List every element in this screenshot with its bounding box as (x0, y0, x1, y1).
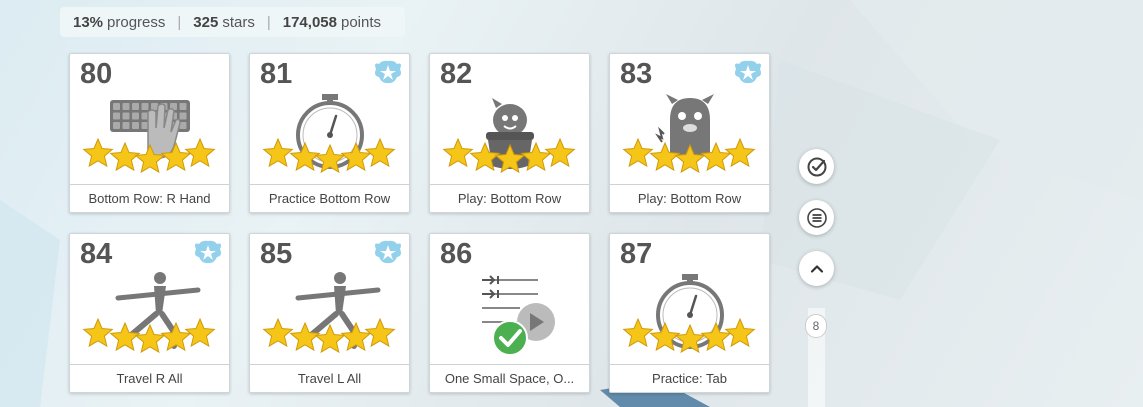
star-icon (82, 317, 114, 348)
stats-bar: 13% progress | 325 stars | 174,058 point… (60, 7, 405, 37)
lesson-tile[interactable]: 87 Practice: Tab (609, 233, 770, 393)
star-icon (364, 137, 396, 168)
video-complete-icon (482, 275, 555, 356)
star-icon (544, 137, 576, 168)
stats-separator: | (266, 13, 271, 31)
star-icon (364, 317, 396, 348)
lesson-tile[interactable]: 83 Play: Bottom Row (609, 53, 770, 213)
points-value: 174,058 (282, 13, 337, 31)
lesson-title: Travel R All (70, 364, 229, 392)
lesson-title: Play: Bottom Row (430, 184, 589, 212)
stars-label: stars (222, 13, 255, 31)
lesson-tile[interactable]: 82 Play: Bottom Row (429, 53, 590, 213)
star-icon (184, 317, 216, 348)
lesson-number: 86 (440, 238, 473, 270)
stopwatch-icon (262, 94, 396, 174)
lesson-tile[interactable]: 80 Bottom Row: R Hand (69, 53, 230, 213)
lesson-title: Travel L All (250, 364, 409, 392)
progress-value: 13% (73, 13, 104, 31)
star-icon (184, 137, 216, 168)
lesson-number: 80 (80, 58, 113, 90)
lesson-number: 84 (80, 238, 113, 270)
monster-icon (622, 94, 756, 174)
page-indicator: 8 (805, 314, 827, 338)
chevron-up-icon (810, 264, 823, 273)
hamburger-menu-icon (806, 207, 827, 228)
star-icon (262, 137, 294, 168)
star-icon (262, 317, 294, 348)
star-icon (724, 317, 756, 348)
check-progress-button[interactable] (799, 149, 834, 184)
star-icon (109, 321, 141, 352)
star-icon (442, 137, 474, 168)
lesson-title: Practice Bottom Row (250, 184, 409, 212)
menu-button[interactable] (799, 200, 834, 235)
star-icon (622, 317, 654, 348)
mastery-badge-icon (375, 60, 401, 84)
star-icon (82, 137, 114, 168)
lesson-tile[interactable]: 85 Travel L All (249, 233, 410, 393)
lesson-title: Play: Bottom Row (610, 184, 769, 212)
lesson-title: Practice: Tab (610, 364, 769, 392)
lesson-number: 82 (440, 58, 473, 90)
lesson-number: 85 (260, 238, 293, 270)
yoga-pose-icon (262, 272, 396, 354)
lesson-number: 83 (620, 58, 653, 90)
lesson-number: 81 (260, 58, 293, 90)
mastery-badge-icon (375, 240, 401, 264)
check-circle-icon (807, 157, 826, 176)
yoga-pose-icon (82, 272, 216, 354)
mastery-badge-icon (735, 60, 761, 84)
keyboard-hand-icon (82, 100, 216, 174)
star-icon (109, 141, 141, 172)
mastery-badge-icon (195, 240, 221, 264)
stars-value: 325 (193, 13, 219, 31)
stopwatch-icon (622, 274, 756, 354)
star-icon (724, 137, 756, 168)
lesson-tile[interactable]: 86 One Small Space, O... (429, 233, 590, 393)
star-icon (289, 321, 321, 352)
lesson-tile[interactable]: 81 Practice Bottom Row (249, 53, 410, 213)
lesson-title: One Small Space, O... (430, 364, 589, 392)
lesson-number: 87 (620, 238, 653, 270)
points-label: points (340, 13, 382, 31)
scroll-up-button[interactable] (799, 251, 834, 286)
creature-in-pot-icon (442, 98, 576, 174)
star-icon (622, 137, 654, 168)
progress-label: progress (107, 13, 166, 31)
stats-separator: | (177, 13, 182, 31)
lesson-title: Bottom Row: R Hand (70, 184, 229, 212)
lesson-tile[interactable]: 84 Travel R All (69, 233, 230, 393)
